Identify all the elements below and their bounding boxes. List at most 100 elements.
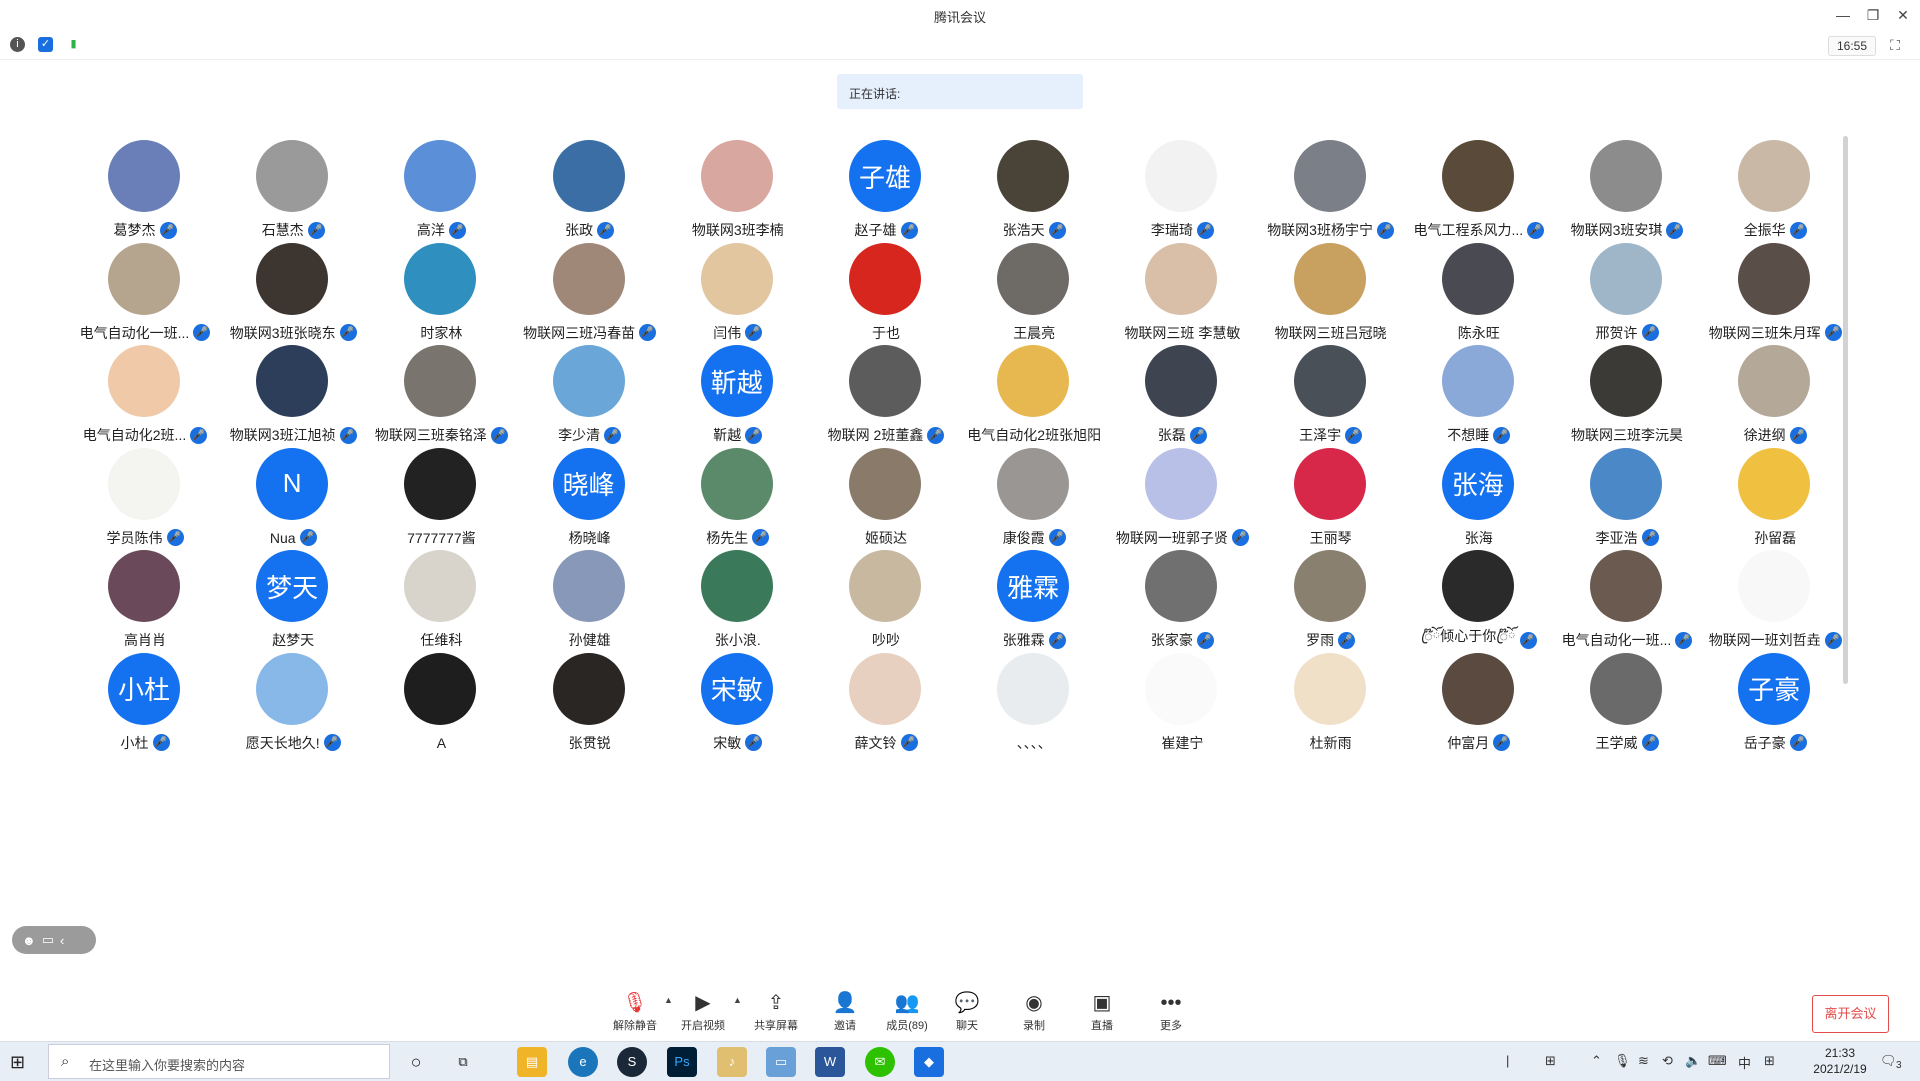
participant-tile[interactable]: 薛文铃 🎤 xyxy=(812,651,960,776)
tencent-meeting-taskbar-icon[interactable]: ◆ xyxy=(914,1047,944,1077)
meeting-info-bar: i ✓ ▮ 16:55 ⛶ xyxy=(0,30,1920,60)
ime-mode-icon[interactable]: ⊞ xyxy=(1764,1053,1775,1069)
participant-name: 张海 xyxy=(1464,529,1493,546)
participant-name: 7777777酱 xyxy=(407,529,476,546)
participant-name-row: 高洋 🎤 xyxy=(367,219,515,241)
close-button[interactable]: ✕ xyxy=(1892,4,1914,26)
participant-name: 杨先生 xyxy=(706,529,749,546)
participant-name-row: 物联网三班吕冠晓 xyxy=(1257,322,1405,344)
participant-name-row: 电气自动化一班... 🎤 xyxy=(1553,629,1701,651)
participant-avatar xyxy=(849,652,921,725)
participant-tile[interactable]: 、、、、 xyxy=(960,651,1108,776)
participant-name-row: 7777777酱 xyxy=(367,527,515,549)
participant-name: 物联网三班吕冠晓 xyxy=(1274,324,1387,341)
participant-avatar xyxy=(1738,345,1811,417)
participant-name-row: 岳子豪 🎤 xyxy=(1701,732,1849,754)
participant-avatar xyxy=(700,550,773,622)
microphone-icon[interactable]: 🎙 xyxy=(1614,1053,1631,1069)
restore-button[interactable]: ❐ xyxy=(1862,4,1884,26)
info-icon[interactable]: i xyxy=(10,37,25,52)
invite-button[interactable]: 👤 邀请 xyxy=(815,991,875,1039)
notification-icon[interactable]: 🗨 xyxy=(1880,1053,1897,1069)
more-button[interactable]: ••• 更多 xyxy=(1141,991,1201,1039)
participant-name-row: 、、、、 xyxy=(960,732,1108,754)
app-window-icon[interactable]: ▭ xyxy=(766,1047,796,1077)
participant-name: 靳越 xyxy=(713,427,742,443)
participant-tile[interactable]: 王学威 🎤 xyxy=(1553,651,1701,776)
fullscreen-icon[interactable]: ⛶ xyxy=(1886,36,1904,54)
system-clock[interactable]: 21:33 2021/2/19 xyxy=(1810,1045,1870,1077)
mic-muted-icon: 🎤 xyxy=(639,324,657,341)
wifi-icon[interactable]: ≋ xyxy=(1638,1053,1649,1069)
participant-avatar: 雅霖 xyxy=(997,550,1070,622)
participant-tile[interactable]: 崔建宁 xyxy=(1108,651,1256,776)
participant-avatar: N xyxy=(256,447,329,520)
participant-name: 物联网一班刘哲垚 xyxy=(1708,632,1821,648)
chat-collapse-toggle[interactable]: ☻ ▭ ‹ xyxy=(12,926,96,954)
minimize-button[interactable]: — xyxy=(1832,4,1854,26)
participant-name: 仲富月 xyxy=(1447,734,1490,751)
participant-name: 张小浪. xyxy=(714,632,761,648)
participant-tile[interactable]: A xyxy=(367,651,515,776)
participant-name: 物联网三班秦铭泽 xyxy=(374,427,487,443)
video-off-icon: ▶ xyxy=(695,992,711,1014)
participant-avatar xyxy=(997,140,1070,212)
mic-muted-icon: 🎤 xyxy=(1824,324,1842,341)
participant-name-row: 石慧杰 🎤 xyxy=(219,219,367,241)
audio-options-caret[interactable]: ▲ xyxy=(664,995,673,1005)
participant-tile[interactable]: 杜新雨 xyxy=(1257,651,1405,776)
unmute-button[interactable]: 🎙 解除静音 xyxy=(605,991,665,1039)
participant-name: 物联网三班李沅昊 xyxy=(1571,427,1683,443)
volume-icon[interactable]: 🔈 xyxy=(1685,1053,1701,1069)
mic-muted-icon: 🎤 xyxy=(745,734,763,751)
cortana-icon[interactable]: ○ xyxy=(401,1047,431,1077)
participant-name-row: 赵梦天 xyxy=(219,629,367,651)
live-button[interactable]: ▣ 直播 xyxy=(1072,991,1132,1039)
share-screen-button[interactable]: ⇪ 共享屏幕 xyxy=(746,991,806,1039)
participant-tile[interactable]: 子豪 岳子豪 🎤 xyxy=(1701,651,1849,776)
word-icon[interactable]: W xyxy=(815,1047,845,1077)
mic-muted-icon: 🎤 xyxy=(490,426,508,444)
participant-avatar xyxy=(108,140,180,212)
scrollbar[interactable] xyxy=(1843,136,1848,684)
participant-avatar xyxy=(997,242,1070,315)
ime-indicator[interactable]: 中 xyxy=(1738,1053,1751,1072)
participant-name-row: 王泽宇 🎤 xyxy=(1257,424,1405,446)
participant-avatar xyxy=(552,550,625,622)
windows-start-icon[interactable]: ⊞ xyxy=(10,1051,32,1073)
tray-chevron-icon[interactable]: ⌃ xyxy=(1591,1053,1602,1069)
participant-tile[interactable]: 宋敏 宋敏 🎤 xyxy=(664,651,812,776)
mic-muted-icon: 🎤 xyxy=(1493,426,1511,444)
participant-name: 愿天长地久! xyxy=(245,734,320,751)
chat-button[interactable]: 💬 聊天 xyxy=(937,991,997,1039)
participant-name-row: 张小浪. xyxy=(664,629,812,651)
app-icon[interactable]: ♪ xyxy=(717,1047,747,1077)
participant-name-row: 杨先生 🎤 xyxy=(664,527,812,549)
video-options-caret[interactable]: ▲ xyxy=(733,995,742,1005)
participant-name: 张政 xyxy=(565,222,594,238)
participant-tile[interactable]: 小杜 小杜 🎤 xyxy=(71,651,219,776)
photoshop-icon[interactable]: Ps xyxy=(667,1047,697,1077)
keyboard-icon[interactable]: ⌨ xyxy=(1708,1053,1727,1069)
leave-meeting-button[interactable]: 离开会议 xyxy=(1812,995,1889,1033)
task-view-icon[interactable]: ⧉ xyxy=(448,1047,478,1077)
sync-icon[interactable]: ⟲ xyxy=(1662,1053,1673,1069)
participant-tile[interactable]: 仲富月 🎤 xyxy=(1405,651,1553,776)
record-button[interactable]: ◉ 录制 xyxy=(1004,991,1064,1039)
steam-icon[interactable]: S xyxy=(617,1047,647,1077)
participant-name: 闫伟 xyxy=(713,324,742,341)
participant-name: 物联网 2班董鑫 xyxy=(827,427,924,443)
participant-name-row: 张海 xyxy=(1405,527,1553,549)
browser-icon[interactable]: e xyxy=(568,1047,598,1077)
security-shield-icon[interactable]: ✓ xyxy=(38,37,53,52)
participant-tile[interactable]: 张贯锐 xyxy=(516,651,664,776)
participant-tile[interactable]: 愿天长地久! 🎤 xyxy=(219,651,367,776)
network-signal-icon[interactable]: ▮ xyxy=(66,37,81,52)
participant-name: 于也 xyxy=(872,324,900,341)
keyboard-layout-icon[interactable]: ⊞ xyxy=(1545,1053,1556,1069)
start-video-button[interactable]: ▶ 开启视频 xyxy=(673,991,733,1039)
file-explorer-icon[interactable]: ▤ xyxy=(517,1047,547,1077)
taskbar-search-box[interactable]: ⌕ 在这里输入你要搜索的内容 xyxy=(48,1044,390,1079)
wechat-icon[interactable]: ✉ xyxy=(865,1047,895,1077)
members-button[interactable]: 👥 成员(89) xyxy=(877,991,937,1039)
